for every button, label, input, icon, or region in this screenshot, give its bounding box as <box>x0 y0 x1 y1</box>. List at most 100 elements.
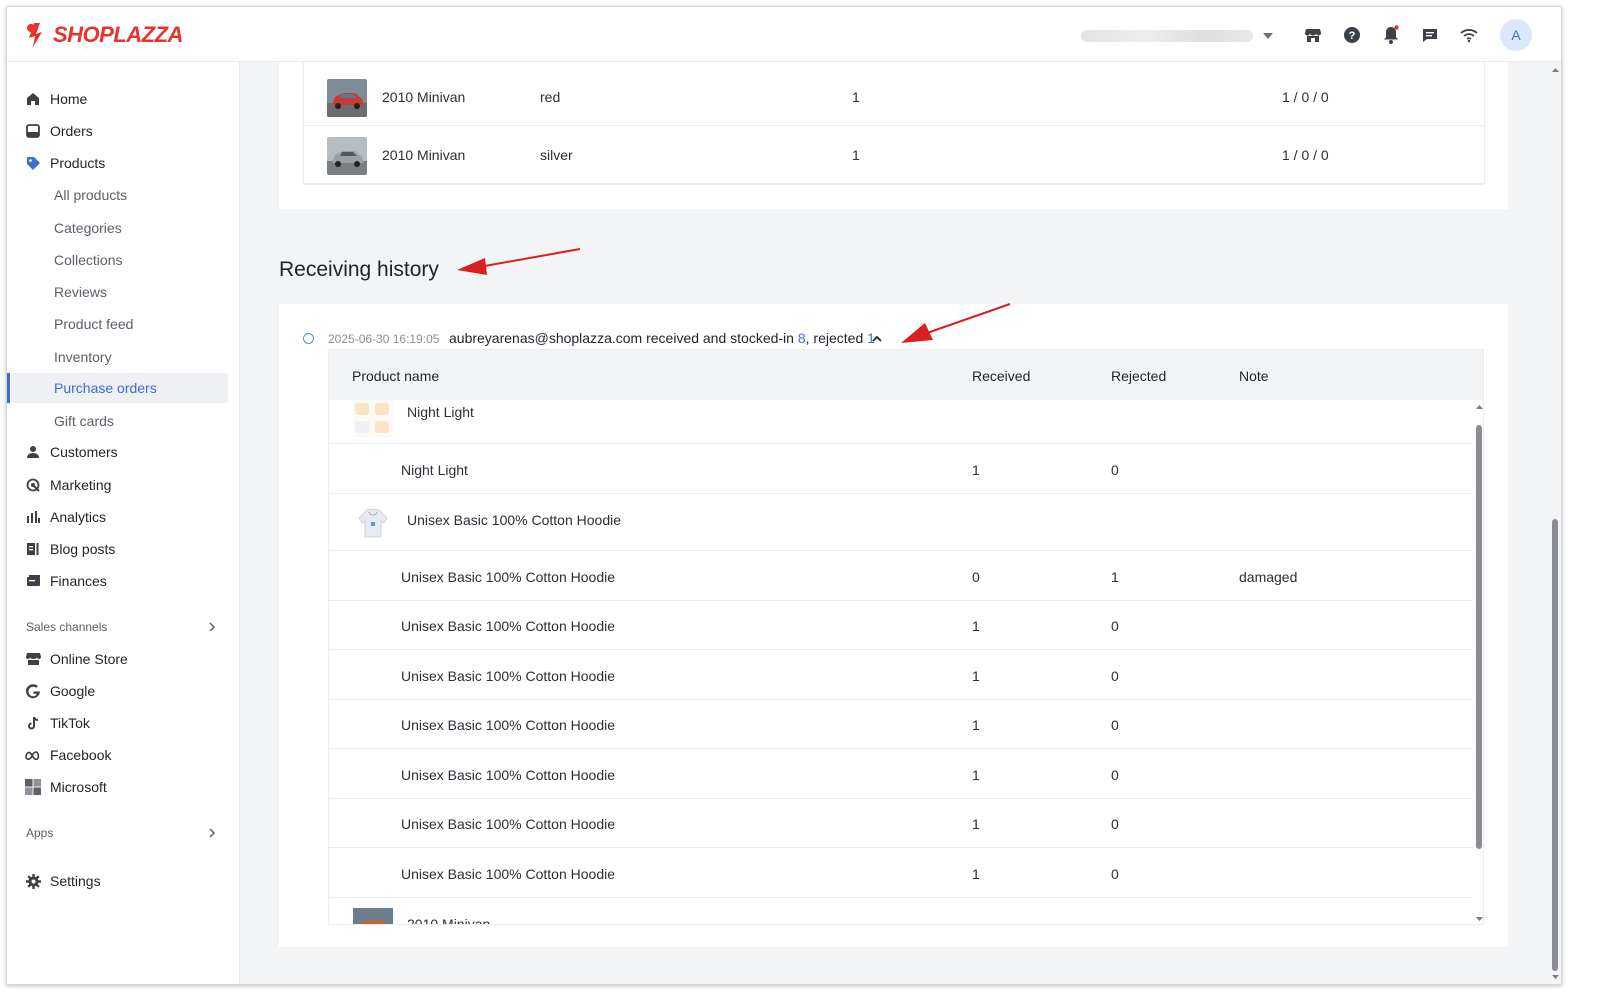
scroll-down-icon[interactable] <box>1551 974 1560 981</box>
sidebar-item-analytics[interactable]: Analytics <box>7 502 240 532</box>
sidebar-item-label: TikTok <box>50 715 90 731</box>
row-note: damaged <box>1239 569 1298 585</box>
sidebar-item-label: Finances <box>50 573 107 589</box>
sidebar-subitem-all-products[interactable]: All products <box>7 180 240 210</box>
sidebar-item-facebook[interactable]: Facebook <box>7 740 240 770</box>
sidebar-item-products[interactable]: Products <box>7 148 240 178</box>
row-received: 1 <box>972 717 980 733</box>
scroll-down-icon[interactable] <box>1475 916 1484 923</box>
variant-option: red <box>540 89 561 105</box>
row-product-name: Unisex Basic 100% Cotton Hoodie <box>401 866 616 882</box>
column-header-note: Note <box>1239 368 1269 384</box>
sidebar-item-label: Google <box>50 683 96 699</box>
group-product-name: Night Light <box>407 404 474 420</box>
sidebar-item-tiktok[interactable]: TikTok <box>7 708 240 738</box>
sidebar-subitem-label: All products <box>54 187 128 203</box>
row-received: 1 <box>972 462 980 478</box>
row-product-name: Unisex Basic 100% Cotton Hoodie <box>401 816 616 832</box>
history-summary-rejected-label: , rejected <box>805 330 864 346</box>
sidebar-item-blog-posts[interactable]: Blog posts <box>7 534 240 564</box>
sidebar-subitem-product-feed[interactable]: Product feed <box>7 309 240 339</box>
sidebar-item-label: Products <box>50 155 106 171</box>
row-received: 1 <box>972 618 980 634</box>
sidebar-item-label: Home <box>50 91 88 107</box>
group-product-name: Unisex Basic 100% Cotton Hoodie <box>407 512 622 528</box>
scrollbar-thumb[interactable] <box>1476 425 1482 849</box>
sidebar-subitem-categories[interactable]: Categories <box>7 213 240 243</box>
variant-product-name: 2010 Minivan <box>382 89 466 105</box>
sidebar-item-label: Microsoft <box>50 779 107 795</box>
chevron-up-icon[interactable] <box>871 334 883 344</box>
sidebar-item-orders[interactable]: Orders <box>7 116 240 146</box>
sidebar-subitem-label: Gift cards <box>54 413 114 429</box>
row-received: 1 <box>972 866 980 882</box>
product-thumbnail <box>353 504 393 542</box>
store-selector[interactable] <box>1081 29 1281 43</box>
sidebar-subitem-reviews[interactable]: Reviews <box>7 277 240 307</box>
page-scrollbar[interactable] <box>1547 62 1561 984</box>
avatar[interactable]: A <box>1500 19 1532 51</box>
google-icon <box>25 683 41 699</box>
sidebar-subitem-purchase-orders[interactable]: Purchase orders <box>7 373 228 403</box>
sidebar-subitem-inventory[interactable]: Inventory <box>7 342 240 372</box>
product-group-row: Night Light <box>329 400 1473 444</box>
product-thumbnail <box>353 400 393 437</box>
variant-option: silver <box>540 147 573 163</box>
row-received: 1 <box>972 816 980 832</box>
wifi-icon[interactable] <box>1457 23 1481 47</box>
sidebar-item-label: Analytics <box>50 509 107 525</box>
receiving-table-scrollbar[interactable] <box>1474 400 1484 924</box>
table-row: Unisex Basic 100% Cotton Hoodie 0 1 dama… <box>329 551 1473 601</box>
row-product-name: Night Light <box>401 462 468 478</box>
sidebar-item-finances[interactable]: Finances <box>7 566 240 596</box>
bell-icon[interactable] <box>1379 23 1403 47</box>
sidebar-item-settings[interactable]: Settings <box>7 866 240 896</box>
sidebar-item-marketing[interactable]: Marketing <box>7 470 240 500</box>
sidebar-item-customers[interactable]: Customers <box>7 437 240 467</box>
sidebar-subitem-label: Purchase orders <box>54 380 157 396</box>
history-summary: aubreyarenas@shoplazza.com received and … <box>449 330 875 346</box>
table-row: Unisex Basic 100% Cotton Hoodie 1 0 <box>329 650 1473 700</box>
help-icon[interactable]: ? <box>1340 23 1364 47</box>
sidebar-subitem-label: Categories <box>54 220 122 236</box>
sidebar-item-online-store[interactable]: Online Store <box>7 644 240 674</box>
blog-icon <box>25 541 41 557</box>
row-rejected: 0 <box>1111 618 1119 634</box>
row-rejected: 0 <box>1111 668 1119 684</box>
variants-table: 2010 Minivan red 1 1 / 0 / 0 2010 Miniva… <box>303 62 1485 185</box>
sidebar-item-microsoft[interactable]: Microsoft <box>7 772 240 802</box>
row-received: 0 <box>972 569 980 585</box>
product-thumbnail <box>327 79 367 117</box>
store-icon <box>25 651 41 667</box>
receiving-table: Product name Received Rejected Note Nigh… <box>328 349 1484 925</box>
storefront-icon[interactable] <box>1301 23 1325 47</box>
scroll-up-icon[interactable] <box>1551 66 1560 73</box>
sidebar-item-google[interactable]: Google <box>7 676 240 706</box>
history-timestamp: 2025-06-30 16:19:05 <box>328 332 440 346</box>
apps-header[interactable]: Apps <box>26 823 226 843</box>
sidebar-subitem-collections[interactable]: Collections <box>7 245 240 275</box>
sales-channels-header[interactable]: Sales channels <box>26 617 226 637</box>
column-header-product-name: Product name <box>352 368 440 384</box>
product-group-row: 2010 Minivan <box>329 898 1473 925</box>
row-product-name: Unisex Basic 100% Cotton Hoodie <box>401 569 616 585</box>
row-product-name: Unisex Basic 100% Cotton Hoodie <box>401 717 616 733</box>
group-product-name: 2010 Minivan <box>407 916 491 925</box>
section-title: Sales channels <box>26 620 108 634</box>
timeline-dot-icon <box>303 333 314 344</box>
variant-product-name: 2010 Minivan <box>382 147 466 163</box>
row-product-name: Unisex Basic 100% Cotton Hoodie <box>401 767 616 783</box>
variant-quantity: 1 <box>852 147 860 163</box>
scrollbar-thumb[interactable] <box>1552 519 1558 971</box>
marketing-icon <box>25 477 41 493</box>
annotation-arrow-icon <box>457 248 581 275</box>
row-rejected: 0 <box>1111 462 1119 478</box>
row-rejected: 1 <box>1111 569 1119 585</box>
scroll-up-icon[interactable] <box>1475 403 1484 410</box>
brand-logo[interactable]: SHOPLAZZA <box>25 21 183 49</box>
sidebar-subitem-gift-cards[interactable]: Gift cards <box>7 406 240 436</box>
table-row: Unisex Basic 100% Cotton Hoodie 1 0 <box>329 601 1473 650</box>
table-row: Night Light 1 0 <box>329 444 1473 494</box>
chat-icon[interactable] <box>1418 23 1442 47</box>
sidebar-item-home[interactable]: Home <box>7 84 240 114</box>
